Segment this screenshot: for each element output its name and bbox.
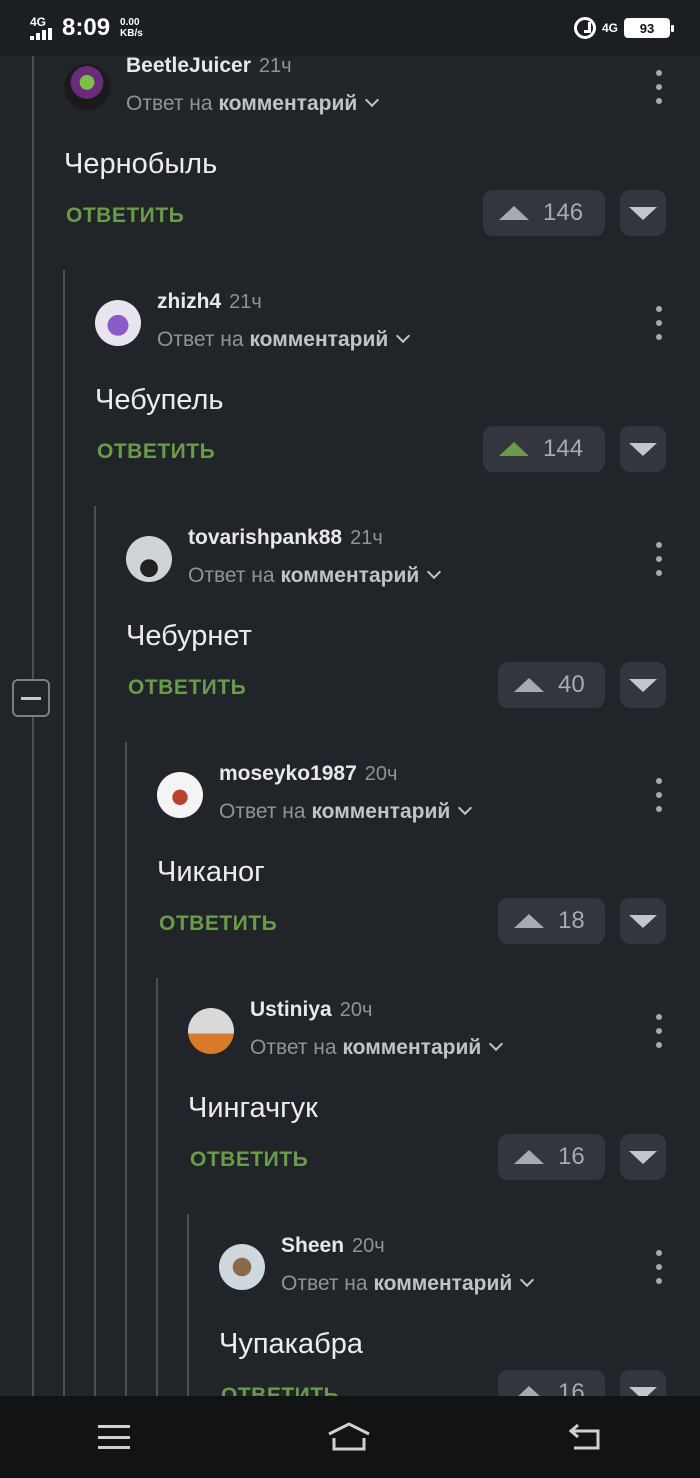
comment-text: Чебупель xyxy=(95,384,224,416)
reply-to-link[interactable]: Ответ на комментарий xyxy=(188,564,442,588)
triangle-up-icon xyxy=(514,678,544,692)
more-vertical-icon[interactable] xyxy=(652,542,666,576)
avatar[interactable] xyxy=(157,772,203,818)
thread-line xyxy=(63,270,65,1396)
comment-time: 20ч xyxy=(339,999,373,1021)
thread-line xyxy=(32,56,34,1396)
avatar[interactable] xyxy=(219,1244,265,1290)
network-type-right: 4G xyxy=(601,21,618,35)
chevron-down-icon xyxy=(427,564,442,580)
triangle-down-icon xyxy=(629,206,657,220)
clock: 8:09 xyxy=(62,14,111,41)
chevron-down-icon xyxy=(489,1036,504,1052)
comment-time: 21ч xyxy=(350,527,383,549)
more-vertical-icon[interactable] xyxy=(652,1014,666,1048)
reply-to-link[interactable]: Ответ на комментарий xyxy=(126,92,380,116)
downvote-button[interactable] xyxy=(620,898,666,944)
reply-to-link[interactable]: Ответ на комментарий xyxy=(219,800,473,824)
thread-line xyxy=(156,978,158,1396)
upvote-button[interactable]: 16 xyxy=(498,1134,605,1180)
downvote-button[interactable] xyxy=(620,662,666,708)
speed-value: 0.00 xyxy=(120,17,140,28)
triangle-up-icon xyxy=(499,442,529,456)
minus-square-icon xyxy=(21,696,41,700)
avatar[interactable] xyxy=(126,536,172,582)
upvote-button[interactable]: 146 xyxy=(483,190,605,236)
upvote-button[interactable]: 18 xyxy=(498,898,605,944)
username[interactable]: moseyko1987 20ч xyxy=(219,762,397,786)
comment-text: Чернобыль xyxy=(64,148,218,180)
vote-count: 18 xyxy=(558,907,585,934)
comment-text: Чебурнет xyxy=(126,620,252,652)
vote-count: 16 xyxy=(558,1143,585,1170)
username[interactable]: tovarishpank88 21ч xyxy=(188,526,383,550)
chevron-down-icon xyxy=(365,92,380,108)
username[interactable]: BeetleJuicer 21ч xyxy=(126,54,292,78)
triangle-up-icon xyxy=(499,206,529,220)
comment-text: Чиканог xyxy=(157,856,265,888)
back-icon[interactable] xyxy=(568,1423,602,1451)
triangle-up-icon xyxy=(514,1150,544,1164)
thread-line xyxy=(187,1214,189,1396)
vote-count: 144 xyxy=(543,435,584,462)
downvote-button[interactable] xyxy=(620,426,666,472)
avatar[interactable] xyxy=(188,1008,234,1054)
alarm-icon xyxy=(573,17,596,39)
system-nav-bar xyxy=(0,1396,700,1478)
signal-bars-icon xyxy=(30,28,52,40)
upvote-button[interactable]: 40 xyxy=(498,662,605,708)
upvote-button[interactable]: 144 xyxy=(483,426,605,472)
collapse-thread-button[interactable] xyxy=(12,679,50,717)
more-vertical-icon[interactable] xyxy=(652,778,666,812)
status-left: 4G 8:09 0.00 KB/s xyxy=(30,14,143,42)
reply-to-link[interactable]: Ответ на комментарий xyxy=(250,1036,504,1060)
reply-button[interactable]: ОТВЕТИТЬ xyxy=(128,676,246,700)
chevron-down-icon xyxy=(458,800,473,816)
username[interactable]: Sheen 20ч xyxy=(281,1234,385,1258)
comment-time: 21ч xyxy=(229,291,262,313)
triangle-down-icon xyxy=(629,678,657,692)
avatar[interactable] xyxy=(64,64,110,110)
speed-unit: KB/s xyxy=(120,28,143,39)
comment-time: 21ч xyxy=(258,55,292,77)
vote-count: 40 xyxy=(558,671,585,698)
comment-text: Чупакабра xyxy=(219,1328,363,1360)
thread-line xyxy=(94,506,96,1396)
home-icon[interactable] xyxy=(326,1422,372,1452)
username[interactable]: zhizh4 21ч xyxy=(157,290,262,314)
reply-button[interactable]: ОТВЕТИТЬ xyxy=(190,1148,308,1172)
reply-button[interactable]: ОТВЕТИТЬ xyxy=(97,440,215,464)
downvote-button[interactable] xyxy=(620,1134,666,1180)
more-vertical-icon[interactable] xyxy=(652,70,666,104)
comment-time: 20ч xyxy=(352,1235,385,1257)
triangle-down-icon xyxy=(629,1150,657,1164)
reply-button[interactable]: ОТВЕТИТЬ xyxy=(159,912,277,936)
signal-indicator: 4G xyxy=(30,16,52,40)
chevron-down-icon xyxy=(396,328,411,344)
comment-time: 20ч xyxy=(364,763,398,785)
avatar[interactable] xyxy=(95,300,141,346)
status-bar: 4G 8:09 0.00 KB/s 4G 93 xyxy=(0,0,700,56)
downvote-button[interactable] xyxy=(620,190,666,236)
more-vertical-icon[interactable] xyxy=(652,1250,666,1284)
triangle-down-icon xyxy=(629,442,657,456)
reply-to-link[interactable]: Ответ на комментарий xyxy=(157,328,411,352)
status-right: 4G 93 xyxy=(573,17,674,39)
vote-count: 146 xyxy=(543,199,584,226)
more-vertical-icon[interactable] xyxy=(652,306,666,340)
battery-icon: 93 xyxy=(624,18,674,38)
battery-level: 93 xyxy=(639,20,655,36)
reply-button[interactable]: ОТВЕТИТЬ xyxy=(66,204,184,228)
menu-icon[interactable] xyxy=(98,1425,130,1449)
reply-to-link[interactable]: Ответ на комментарий xyxy=(281,1272,535,1296)
username[interactable]: Ustiniya 20ч xyxy=(250,998,372,1022)
triangle-down-icon xyxy=(629,914,657,928)
network-speed: 0.00 KB/s xyxy=(120,17,143,39)
thread-line xyxy=(125,742,127,1396)
network-type: 4G xyxy=(30,15,47,29)
triangle-up-icon xyxy=(514,914,544,928)
chevron-down-icon xyxy=(520,1272,535,1288)
comment-text: Чингачгук xyxy=(188,1092,318,1124)
